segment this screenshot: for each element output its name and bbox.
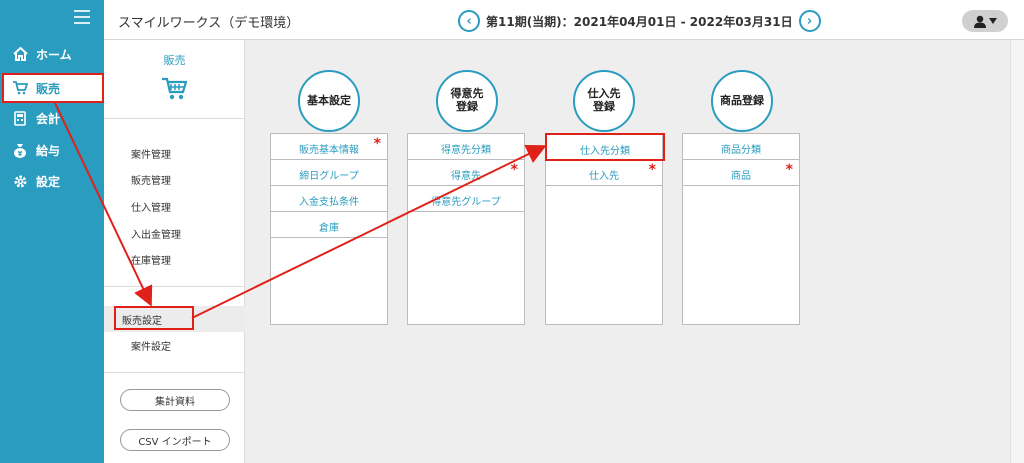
- chevron-right-icon: ›: [806, 13, 813, 29]
- csv-import-button[interactable]: CSV インポート: [120, 429, 230, 451]
- list-item-label: 仕入先: [589, 171, 619, 182]
- next-period-button[interactable]: ›: [798, 10, 821, 32]
- report-button[interactable]: 集計資料: [120, 389, 230, 411]
- divider: [104, 286, 245, 287]
- divider: [104, 118, 245, 119]
- nav-item-payroll[interactable]: ¥ 給与: [0, 136, 104, 164]
- subpanel-title: 販売: [163, 54, 186, 67]
- list-item-supplier-category[interactable]: 仕入先分類: [545, 133, 665, 161]
- nav-item-label: 会計: [36, 111, 61, 126]
- nav-item-sales[interactable]: 販売: [2, 73, 104, 103]
- basic-settings-list: 販売基本情報 * 締日グループ 入金支払条件 倉庫: [270, 133, 388, 325]
- list-item-label: 締日グループ: [299, 171, 359, 182]
- supplier-registration-heading: 仕入先 登録: [573, 70, 635, 132]
- customer-registration-heading: 得意先 登録: [436, 70, 498, 132]
- cart-icon: [12, 80, 28, 96]
- nav-item-label: 販売: [36, 81, 61, 96]
- list-item-label: 商品分類: [721, 145, 761, 156]
- nav-item-label: 給与: [36, 143, 61, 158]
- list-item[interactable]: 得意先 *: [408, 160, 524, 186]
- basic-settings-heading: 基本設定: [298, 70, 360, 132]
- required-mark: *: [510, 162, 518, 178]
- list-item[interactable]: 商品 *: [683, 160, 799, 186]
- list-item[interactable]: 販売基本情報 *: [271, 134, 387, 160]
- sales-subpanel: 販売 案件管理 販売管理 仕入管理 入出金管理 在庫管理 販売設定 案件設定 集…: [104, 40, 245, 463]
- list-item[interactable]: 締日グループ: [271, 160, 387, 186]
- list-item-label: 得意先グループ: [431, 197, 501, 208]
- menu-icon[interactable]: [74, 10, 90, 24]
- list-item[interactable]: 商品分類: [683, 134, 799, 160]
- subnav-item-project-settings[interactable]: 案件設定: [131, 338, 171, 353]
- list-item-label: 得意先分類: [441, 145, 491, 156]
- app-title: スマイルワークス（デモ環境）: [118, 16, 300, 31]
- subnav-item[interactable]: 在庫管理: [131, 252, 171, 267]
- product-registration-list: 商品分類 商品 *: [682, 133, 800, 325]
- list-item-label: 仕入先分類: [580, 146, 630, 157]
- product-registration-heading: 商品登録: [711, 70, 773, 132]
- nav-item-accounting[interactable]: 会計: [0, 104, 104, 132]
- nav-item-label: ホーム: [36, 47, 72, 62]
- list-item-label: 得意先: [451, 171, 481, 182]
- prev-period-button[interactable]: ‹: [458, 10, 480, 32]
- nav-item-home[interactable]: ホーム: [0, 40, 104, 68]
- subnav-item[interactable]: 仕入管理: [131, 199, 171, 214]
- list-item-label: 商品: [731, 171, 751, 182]
- customer-registration-list: 得意先分類 得意先 * 得意先グループ: [407, 133, 525, 325]
- subnav-item[interactable]: 入出金管理: [131, 226, 181, 241]
- header-bar: スマイルワークス（デモ環境） ‹ 第11期(当期)：2021年04月01日 - …: [104, 0, 1024, 40]
- required-mark: *: [373, 136, 381, 152]
- calculator-icon: [12, 110, 28, 126]
- home-icon: [12, 46, 28, 62]
- required-mark: *: [785, 162, 793, 178]
- caret-down-icon: [988, 18, 997, 24]
- chevron-left-icon: ‹: [466, 13, 472, 29]
- list-item-label: 倉庫: [319, 223, 339, 234]
- fiscal-period-selector: ‹ 第11期(当期)：2021年04月01日 - 2022年03月31日 ›: [458, 10, 821, 32]
- fiscal-period-label: 第11期(当期)：2021年04月01日 - 2022年03月31日: [486, 14, 793, 29]
- nav-item-label: 設定: [36, 174, 61, 189]
- list-item[interactable]: 倉庫: [271, 212, 387, 238]
- subnav-item[interactable]: 案件管理: [131, 146, 171, 161]
- list-item[interactable]: 仕入先 *: [546, 160, 662, 186]
- user-menu-button[interactable]: [962, 10, 1008, 32]
- list-item[interactable]: 入金支払条件: [271, 186, 387, 212]
- supplier-registration-list: 仕入先分類 仕入先 *: [545, 133, 665, 325]
- list-item-label: 入金支払条件: [299, 197, 359, 208]
- svg-text:¥: ¥: [18, 150, 23, 158]
- subnav-item[interactable]: 販売管理: [131, 172, 171, 187]
- user-icon: [973, 15, 986, 28]
- money-bag-icon: ¥: [12, 142, 28, 158]
- required-mark: *: [648, 162, 656, 178]
- list-item[interactable]: 得意先グループ: [408, 186, 524, 212]
- cart-icon: [161, 76, 188, 106]
- gear-icon: [12, 173, 28, 189]
- nav-item-settings[interactable]: 設定: [0, 167, 104, 195]
- sidebar: ホーム 販売 会計 ¥ 給与 設定: [0, 0, 104, 463]
- list-item-label: 販売基本情報: [299, 145, 359, 156]
- divider: [104, 372, 245, 373]
- subnav-item-sales-settings[interactable]: 販売設定: [114, 306, 194, 330]
- scrollbar[interactable]: [1010, 40, 1024, 463]
- settings-main: 基本設定 販売基本情報 * 締日グループ 入金支払条件 倉庫 得意先 登録 得意先…: [245, 40, 1024, 463]
- list-item[interactable]: 得意先分類: [408, 134, 524, 160]
